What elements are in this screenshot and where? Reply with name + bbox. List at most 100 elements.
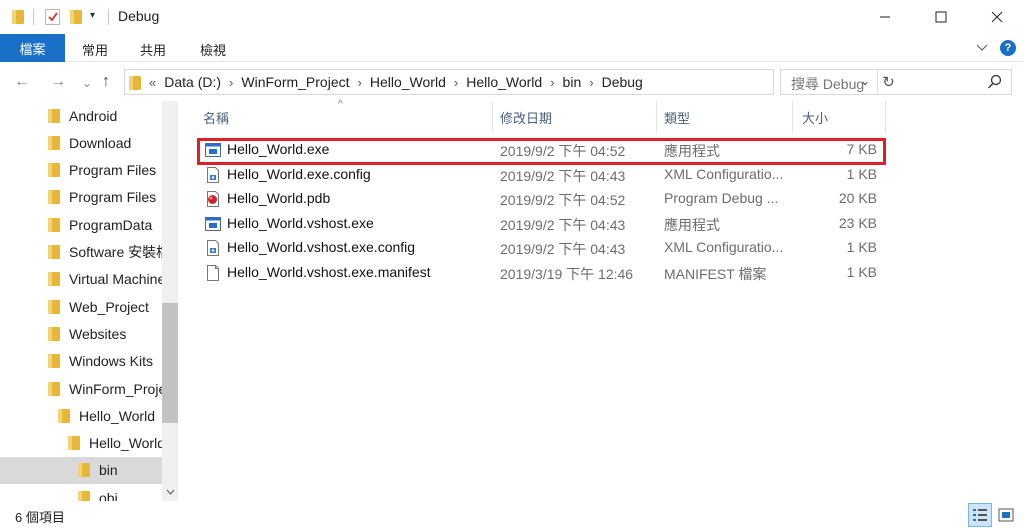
folder-icon <box>125 74 147 91</box>
details-view-button[interactable] <box>968 503 992 527</box>
crumb-separator[interactable]: › <box>227 75 235 90</box>
tree-item-label: Software 安裝檔 <box>69 244 162 260</box>
large-icons-view-button[interactable] <box>994 503 1018 527</box>
crumb-separator[interactable]: › <box>587 75 595 90</box>
config-file-icon <box>205 167 221 183</box>
forward-button[interactable]: → <box>50 73 66 91</box>
tree-item[interactable]: Android <box>0 102 162 129</box>
overflow-chevron[interactable]: « <box>147 75 158 90</box>
file-row[interactable]: Hello_World.vshost.exe.manifest 2019/3/19… <box>195 261 885 285</box>
column-header-type[interactable]: 類型 <box>664 101 690 133</box>
file-row[interactable]: Hello_World.vshost.exe 2019/9/2 下午 04:43 應… <box>195 212 885 236</box>
close-button[interactable] <box>974 0 1020 34</box>
column-header-size[interactable]: 大小 <box>802 101 828 133</box>
address-bar[interactable]: « Data (D:) › WinForm_Project › Hello_Wo… <box>124 69 895 95</box>
file-date: 2019/3/19 下午 12:46 <box>500 266 634 282</box>
crumb-hello-world-sub[interactable]: Hello_World <box>460 74 548 90</box>
crumb-winform-project[interactable]: WinForm_Project <box>235 74 355 90</box>
tree-item-label: Hello_World <box>79 407 155 424</box>
tree-item[interactable]: bin <box>0 456 162 484</box>
tab-file[interactable]: 檔案 <box>0 34 65 62</box>
crumb-drive[interactable]: Data (D:) <box>158 74 227 90</box>
tree-item[interactable]: Download <box>0 129 162 156</box>
search-box[interactable]: 搜尋 Debug <box>780 69 1012 95</box>
item-count: 6 個項目 <box>15 510 65 525</box>
file-date: 2019/9/2 下午 04:43 <box>500 241 626 257</box>
tree-item-label: ProgramData <box>69 216 153 233</box>
nav-scrollbar[interactable] <box>162 101 178 501</box>
search-input[interactable]: 搜尋 Debug <box>791 74 864 94</box>
tree-item[interactable]: Program Files <box>0 157 162 184</box>
crumb-separator[interactable]: › <box>548 75 556 90</box>
folder-icon <box>48 217 60 232</box>
file-date: 2019/9/2 下午 04:43 <box>500 217 626 233</box>
properties-check-icon[interactable] <box>45 9 60 25</box>
folder-icon <box>48 381 60 396</box>
crumb-separator[interactable]: › <box>452 75 460 90</box>
column-divider[interactable] <box>885 101 886 133</box>
tree-item[interactable]: obj <box>0 484 162 501</box>
tree-item-label: Websites <box>69 325 127 342</box>
file-row[interactable]: Hello_World.exe 2019/9/2 下午 04:52 應用程式 7 KB <box>195 138 885 162</box>
folder-icon <box>78 490 90 501</box>
tree-item[interactable]: Hello_World <box>0 402 162 429</box>
crumb-bin[interactable]: bin <box>557 74 588 90</box>
separator <box>108 9 109 25</box>
quick-access-dropdown[interactable]: ▾ <box>90 10 95 21</box>
up-button[interactable]: ↑ <box>102 73 110 91</box>
new-folder-icon[interactable] <box>70 10 82 24</box>
folder-icon <box>68 436 80 451</box>
folder-icon <box>48 245 60 259</box>
column-header-date[interactable]: 修改日期 <box>500 101 552 133</box>
file-row[interactable]: Hello_World.exe.config 2019/9/2 下午 04:43 X… <box>195 163 885 187</box>
tree-item[interactable]: Virtual Machines <box>0 266 162 293</box>
tree-item[interactable]: Software 安裝檔 <box>0 239 162 266</box>
column-divider[interactable] <box>492 101 493 133</box>
tab-share[interactable]: 共用 <box>140 40 166 59</box>
maximize-button[interactable] <box>918 0 964 34</box>
scrollbar-thumb[interactable] <box>162 303 178 423</box>
tree-item[interactable]: ProgramData <box>0 211 162 238</box>
folder-icon <box>58 408 70 423</box>
tree-item-label: Windows Kits <box>69 353 154 370</box>
minimize-button[interactable] <box>862 0 908 34</box>
tree-item[interactable]: Program Files <box>0 184 162 211</box>
column-divider[interactable] <box>792 101 793 133</box>
scroll-down-arrow[interactable] <box>162 484 178 500</box>
config-file-icon <box>205 240 221 256</box>
file-row[interactable]: Hello_World.pdb 2019/9/2 下午 04:52 Program … <box>195 187 885 211</box>
tree-item-label: WinForm_Project <box>69 380 162 397</box>
tree-item[interactable]: Windows Kits <box>0 348 162 375</box>
crumb-debug[interactable]: Debug <box>596 74 649 90</box>
help-icon[interactable]: ? <box>1000 40 1016 56</box>
tab-home[interactable]: 常用 <box>82 40 108 59</box>
crumb-hello-world[interactable]: Hello_World <box>364 74 452 90</box>
navigation-bar: ← → ⌄ ↑ « Data (D:) › WinForm_Project › … <box>0 63 1024 101</box>
tree-item[interactable]: Websites <box>0 320 162 347</box>
tree-item-label: Hello_World <box>89 435 162 452</box>
back-button[interactable]: ← <box>14 73 30 91</box>
file-size: 1 KB <box>846 166 877 182</box>
search-icon[interactable] <box>987 73 1003 91</box>
file-row[interactable]: Hello_World.vshost.exe.config 2019/9/2 下午… <box>195 236 885 260</box>
folder-icon <box>48 108 60 123</box>
file-list: ^ 名稱 修改日期 類型 大小 Hello_World.exe 2019/9/2 … <box>195 99 1024 501</box>
tree-item[interactable]: Web_Project <box>0 293 162 320</box>
folder-icon <box>48 135 60 150</box>
tree-item-label: Virtual Machines <box>69 271 162 288</box>
column-header-name[interactable]: 名稱 <box>203 101 229 133</box>
file-size: 1 KB <box>846 264 877 280</box>
ribbon: 檔案 常用 共用 檢視 ? <box>0 34 1024 62</box>
crumb-separator[interactable]: › <box>356 75 364 90</box>
folder-icon <box>78 463 90 478</box>
tab-view[interactable]: 檢視 <box>200 40 226 59</box>
tree-item[interactable]: WinForm_Project <box>0 375 162 402</box>
tree-item[interactable]: Hello_World <box>0 430 162 457</box>
file-file-icon <box>205 265 221 281</box>
recent-locations-button[interactable]: ⌄ <box>82 76 92 90</box>
column-divider[interactable] <box>656 101 657 133</box>
folder-icon <box>48 163 60 178</box>
ribbon-collapse-icon[interactable] <box>976 44 988 52</box>
tree-item-label: Program Files <box>69 162 157 179</box>
file-type: MANIFEST 檔案 <box>664 266 767 282</box>
